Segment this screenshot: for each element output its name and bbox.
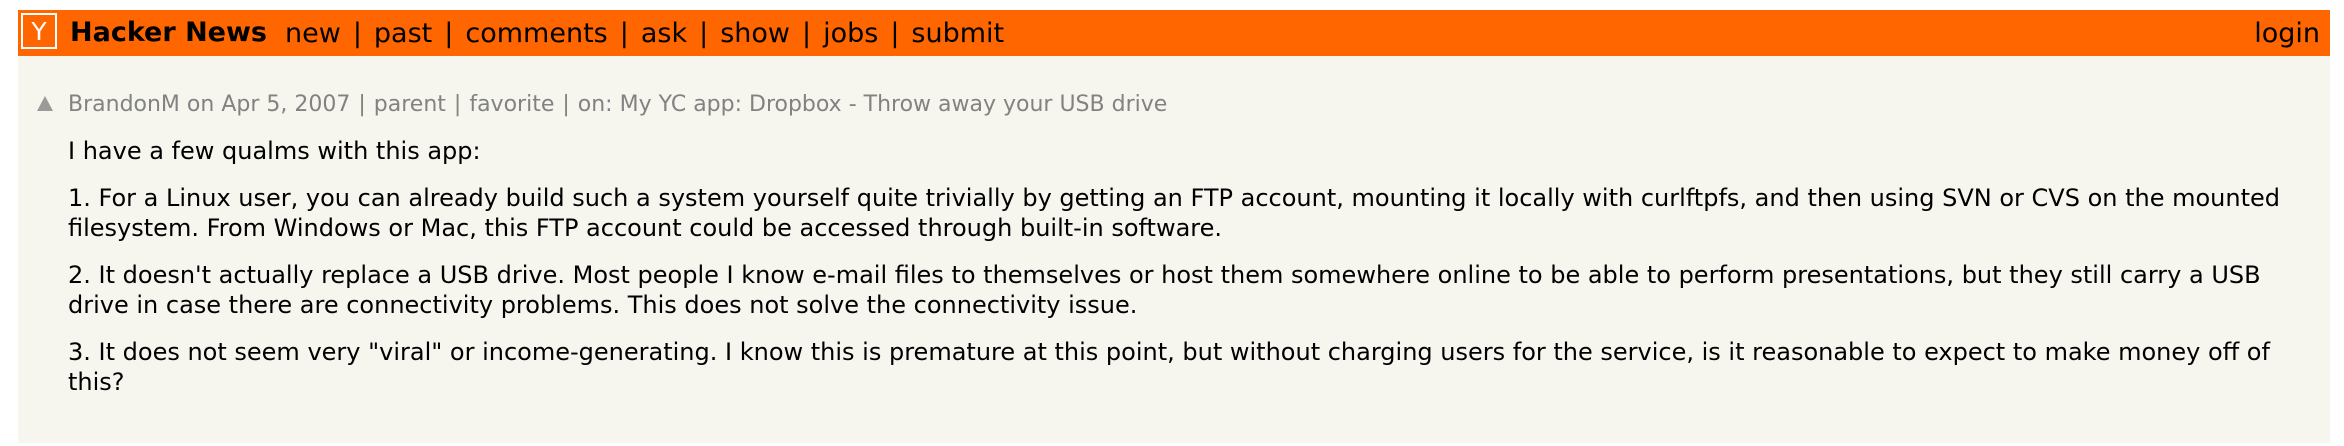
favorite-link[interactable]: favorite (469, 92, 554, 117)
main-nav: new | past | comments | ask | show | jobs | submit (285, 19, 1004, 49)
nav-submit-link[interactable]: submit (911, 18, 1004, 49)
meta-separator: | (358, 92, 366, 117)
nav-separator: | (352, 18, 362, 49)
comment-header: BrandonM on Apr 5, 2007 | parent | favorite |… (68, 92, 1167, 118)
nav-separator: | (699, 18, 709, 49)
nav-ask-link[interactable]: ask (641, 18, 687, 49)
nav-comments-link[interactable]: comments (465, 18, 607, 49)
comment-date-link[interactable]: Apr 5, 2007 (221, 92, 350, 117)
nav-separator: | (801, 18, 812, 49)
top-navbar: Y Hacker News new | past | comments | ask | show… (18, 10, 2330, 56)
page-container: Y Hacker News new | past | comments | ask | show… (18, 10, 2330, 443)
story-prefix: on: (577, 92, 613, 117)
comment-paragraph: 1. For a Linux user, you can already bui… (68, 184, 2281, 242)
nav-separator: | (444, 18, 454, 49)
comment-text: I have a few qualms with this app: 1. Fo… (68, 136, 2313, 414)
parent-link[interactable]: parent (374, 92, 446, 117)
comment-paragraph: I have a few qualms with this app: (68, 137, 481, 165)
y-logo-icon[interactable]: Y (21, 13, 57, 49)
meta-separator: | (562, 92, 570, 117)
story-title-link[interactable]: My YC app: Dropbox - Throw away your USB… (620, 92, 1168, 117)
nav-show-link[interactable]: show (720, 18, 790, 49)
login-link[interactable]: login (2254, 19, 2320, 49)
nav-separator: | (619, 18, 629, 49)
nav-separator: | (890, 18, 900, 49)
nav-jobs-link[interactable]: jobs (823, 18, 878, 49)
upvote-arrow-icon[interactable] (37, 96, 53, 111)
site-name-link[interactable]: Hacker News (70, 18, 267, 48)
comment-paragraph: 2. It doesn't actually replace a USB dri… (68, 261, 2261, 319)
comment-paragraph: 3. It does not seem very "viral" or inco… (68, 338, 2270, 396)
comment-user-link[interactable]: BrandonM (68, 92, 180, 117)
meta-separator: | (453, 92, 462, 117)
nav-new-link[interactable]: new (285, 18, 341, 49)
comment-on-word: on (186, 92, 215, 117)
nav-past-link[interactable]: past (374, 18, 432, 49)
